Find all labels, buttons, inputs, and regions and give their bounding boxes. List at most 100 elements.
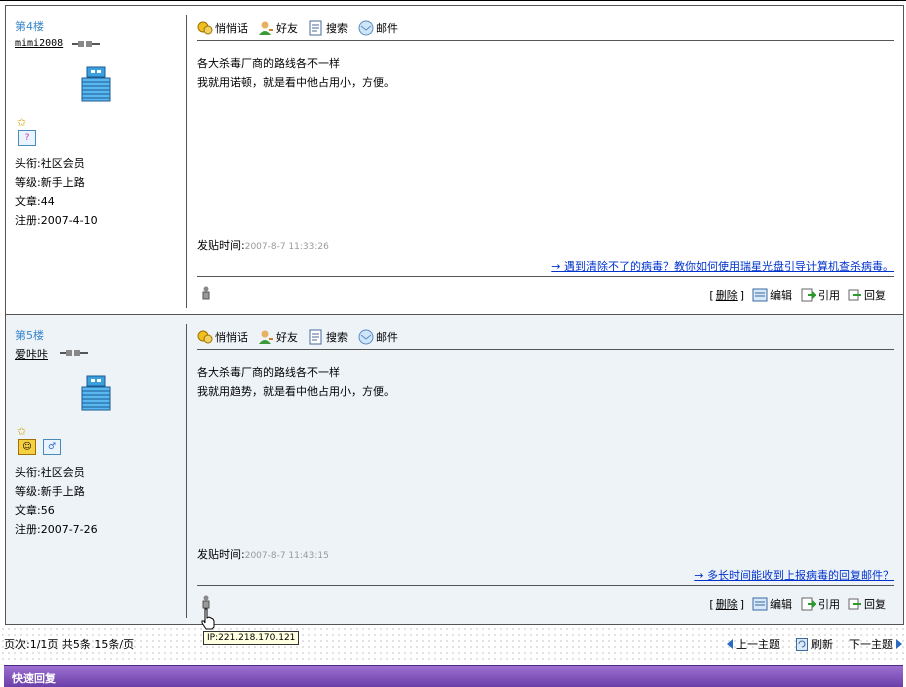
add-friend-button[interactable]: 好友 (258, 329, 298, 345)
post-time-value: 2007-8-7 11:33:26 (244, 242, 329, 252)
floor-number: 第4楼 (15, 20, 44, 33)
post-floor-5: 第5楼 爱咔咔 ✩ ☺ ♂ 头衔:社区会员 等级:新手上路 文章:56 注册:2… (5, 315, 904, 625)
gender-male-icon: ♂ (43, 439, 61, 455)
user-title: 头衔:社区会员 (15, 466, 85, 479)
email-icon (358, 20, 374, 35)
user-badges: ☺ ♂ (18, 439, 61, 455)
post-time: 发贴时间:2007-8-7 11:43:15 (197, 546, 329, 562)
ip-tooltip: IP:221.218.170.121 (203, 631, 300, 645)
user-info-panel: 第5楼 爱咔咔 ✩ ☺ ♂ 头衔:社区会员 等级:新手上路 文章:56 注册:2… (6, 315, 186, 624)
rank-star-icon: ✩ (17, 116, 27, 129)
quote-button[interactable]: 引用 (800, 287, 840, 303)
user-register-date: 注册:2007-7-26 (15, 523, 98, 536)
email-label: 邮件 (376, 21, 398, 35)
user-level: 等级:新手上路 (15, 176, 85, 189)
related-topic-link[interactable]: → 多长时间能收到上报病毒的回复邮件？ (694, 567, 894, 583)
reply-label: 回复 (864, 598, 886, 611)
prev-topic-button[interactable]: 上一主题 (727, 636, 780, 652)
column-divider (186, 15, 187, 308)
post-toolbar: 悄悄话 好友 搜索 邮件 (197, 15, 894, 41)
offline-plug-icon (60, 350, 88, 356)
username-link[interactable]: 爱咔咔 (15, 346, 48, 362)
add-friend-button[interactable]: 好友 (258, 20, 298, 36)
private-message-button[interactable]: 悄悄话 (197, 329, 248, 345)
post-actions: [删除] 编辑 引用 回复 (709, 596, 886, 612)
search-label: 搜索 (326, 21, 348, 35)
ip-person-icon[interactable] (201, 595, 211, 609)
private-message-button[interactable]: 悄悄话 (197, 20, 248, 36)
floor-number: 第5楼 (15, 329, 44, 342)
next-topic-label: 下一主题 (849, 638, 893, 651)
quote-icon (801, 288, 816, 302)
user-articles: 文章:56 (15, 504, 55, 517)
quick-reply-header[interactable]: 快速回复 (4, 665, 903, 687)
reply-button[interactable]: 回复 (848, 596, 886, 612)
refresh-button[interactable]: 刷新 (796, 636, 833, 652)
post-line-2: 我就用趋势，就是看中他占用小，方便。 (197, 385, 395, 398)
user-title: 头衔:社区会员 (15, 157, 85, 170)
reply-label: 回复 (864, 289, 886, 302)
search-button[interactable]: 搜索 (308, 329, 348, 345)
post-line-1: 各大杀毒厂商的路线各不一样 (197, 57, 340, 70)
rank-star-icon: ✩ (17, 425, 27, 438)
arrow-right-icon (896, 639, 902, 649)
related-topic-link[interactable]: → 遇到清除不了的病毒？教你如何使用瑞星光盘引导计算机查杀病毒。 (551, 258, 894, 274)
private-message-icon (197, 21, 213, 34)
topic-navigation: 上一主题 刷新 下一主题 (727, 636, 902, 652)
offline-plug-icon (72, 41, 100, 47)
post-body: 各大杀毒厂商的路线各不一样 我就用趋势，就是看中他占用小，方便。 (197, 363, 395, 401)
friend-icon (259, 21, 273, 35)
reply-icon (848, 289, 861, 301)
ip-person-icon[interactable] (201, 286, 211, 300)
user-register-date: 注册:2007-4-10 (15, 214, 98, 227)
delete-button[interactable]: [删除] (709, 287, 744, 303)
post-toolbar: 悄悄话 好友 搜索 邮件 (197, 324, 894, 350)
column-divider (186, 324, 187, 618)
post-body: 各大杀毒厂商的路线各不一样 我就用诺顿，就是看中他占用小，方便。 (197, 54, 395, 92)
email-button[interactable]: 邮件 (358, 20, 398, 36)
delete-label: 删除 (715, 598, 738, 611)
edit-button[interactable]: 编辑 (752, 596, 792, 612)
private-message-label: 悄悄话 (215, 21, 248, 35)
private-message-label: 悄悄话 (215, 330, 248, 344)
gender-unknown-icon: ? (18, 130, 36, 146)
arrow-left-icon (727, 639, 733, 649)
post-line-1: 各大杀毒厂商的路线各不一样 (197, 366, 340, 379)
quote-button[interactable]: 引用 (800, 596, 840, 612)
avatar-robot-icon (81, 375, 111, 411)
reply-icon (848, 598, 861, 610)
search-button[interactable]: 搜索 (308, 20, 348, 36)
reply-button[interactable]: 回复 (848, 287, 886, 303)
post-time-label: 发贴时间: (197, 548, 245, 561)
add-friend-label: 好友 (276, 330, 298, 344)
search-icon (309, 329, 322, 344)
quote-label: 引用 (818, 598, 840, 611)
user-articles: 文章:44 (15, 195, 55, 208)
quote-label: 引用 (818, 289, 840, 302)
refresh-icon (796, 637, 808, 651)
email-button[interactable]: 邮件 (358, 329, 398, 345)
post-line-2: 我就用诺顿，就是看中他占用小，方便。 (197, 76, 395, 89)
post-content: 悄悄话 好友 搜索 邮件 各大杀毒厂商的路线各不一样 我就用诺顿，就是看中他占用… (197, 6, 894, 314)
user-badges: ? (18, 130, 36, 146)
email-label: 邮件 (376, 330, 398, 344)
edit-icon (752, 288, 768, 302)
delete-button[interactable]: [删除] (709, 596, 744, 612)
edit-button[interactable]: 编辑 (752, 287, 792, 303)
post-content: 悄悄话 好友 搜索 邮件 各大杀毒厂商的路线各不一样 我就用趋势，就是看中他占用… (197, 315, 894, 624)
prev-topic-label: 上一主题 (736, 638, 780, 651)
footer-separator (197, 585, 894, 586)
post-floor-4: 第4楼 mimi2008 ✩ ? 头衔:社区会员 等级:新手上路 文章:44 注… (5, 5, 904, 315)
next-topic-button[interactable]: 下一主题 (849, 636, 902, 652)
edit-label: 编辑 (770, 289, 792, 302)
user-stats: 头衔:社区会员 等级:新手上路 文章:56 注册:2007-7-26 (15, 463, 98, 539)
search-label: 搜索 (326, 330, 348, 344)
username-link[interactable]: mimi2008 (15, 38, 63, 49)
private-message-icon (197, 330, 213, 343)
friend-icon (259, 330, 273, 344)
hand-cursor-icon (201, 608, 215, 630)
avatar-robot-icon (81, 66, 111, 102)
refresh-label: 刷新 (811, 638, 833, 651)
add-friend-label: 好友 (276, 21, 298, 35)
post-actions: [删除] 编辑 引用 回复 (709, 287, 886, 303)
